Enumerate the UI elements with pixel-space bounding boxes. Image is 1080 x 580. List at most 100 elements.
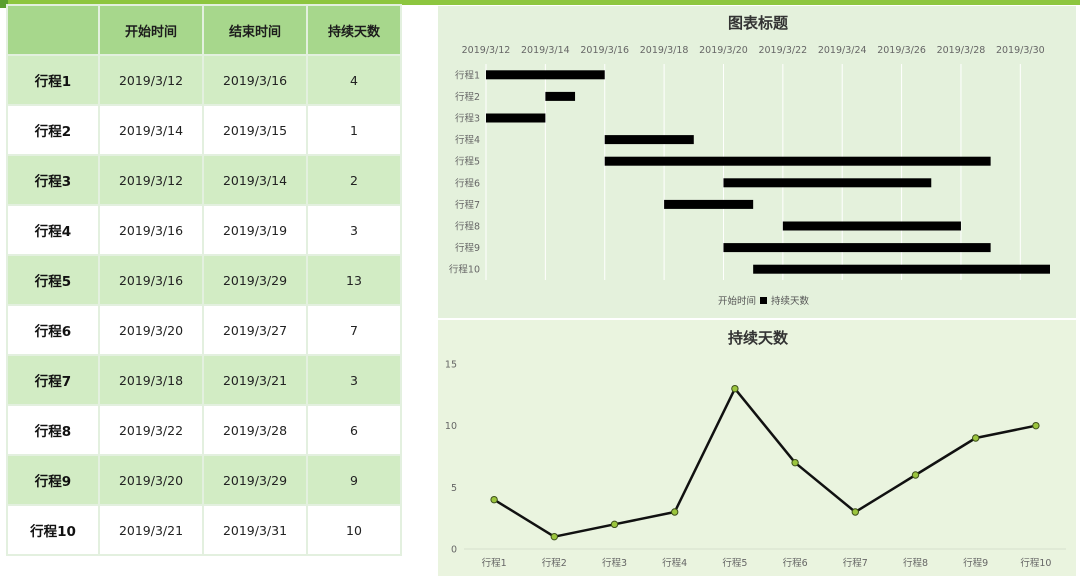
table-cell[interactable]: 3 bbox=[306, 204, 402, 256]
gantt-bar bbox=[782, 221, 961, 231]
table-row: 行程2 2019/3/14 2019/3/15 1 bbox=[6, 104, 402, 156]
x-tick-label: 行程8 bbox=[903, 557, 928, 569]
table-cell[interactable]: 10 bbox=[306, 504, 402, 556]
table-cell[interactable]: 2019/3/27 bbox=[202, 304, 308, 356]
header-cell[interactable] bbox=[6, 4, 100, 56]
row-name-cell[interactable]: 行程8 bbox=[6, 404, 100, 456]
y-tick-label: 行程2 bbox=[455, 91, 480, 103]
y-tick-label: 行程6 bbox=[455, 177, 480, 189]
row-name-cell[interactable]: 行程2 bbox=[6, 104, 100, 156]
y-tick-label: 10 bbox=[445, 421, 457, 432]
table-cell[interactable]: 2019/3/14 bbox=[98, 104, 204, 156]
gantt-chart: 图表标题 2019/3/12 2019/3/14 2019/3/16 2019/3/18… bbox=[449, 14, 1050, 307]
table-cell[interactable]: 2019/3/29 bbox=[202, 454, 308, 506]
x-tick-label: 2019/3/22 bbox=[758, 45, 807, 56]
data-point bbox=[490, 495, 498, 504]
gantt-bar bbox=[753, 264, 1050, 274]
table-cell[interactable]: 13 bbox=[306, 254, 402, 306]
table-cell[interactable]: 2019/3/21 bbox=[98, 504, 204, 556]
x-tick-label: 2019/3/28 bbox=[937, 45, 986, 56]
x-tick-label: 2019/3/16 bbox=[580, 45, 629, 56]
row-name-cell[interactable]: 行程7 bbox=[6, 354, 100, 406]
row-name-cell[interactable]: 行程1 bbox=[6, 54, 100, 106]
x-tick-label: 2019/3/24 bbox=[818, 45, 867, 56]
table-cell[interactable]: 2019/3/31 bbox=[202, 504, 308, 556]
table-cell[interactable]: 7 bbox=[306, 304, 402, 356]
table-cell[interactable]: 2019/3/16 bbox=[202, 54, 308, 106]
x-tick-label: 行程9 bbox=[963, 557, 988, 569]
table-cell[interactable]: 2019/3/22 bbox=[98, 404, 204, 456]
table-cell[interactable]: 2019/3/18 bbox=[98, 354, 204, 406]
y-tick-label: 0 bbox=[451, 545, 457, 556]
table-header-row: 开始时间 结束时间 持续天数 bbox=[6, 4, 402, 56]
x-tick-label: 行程4 bbox=[662, 557, 687, 569]
table-cell[interactable]: 6 bbox=[306, 404, 402, 456]
header-cell[interactable]: 开始时间 bbox=[98, 4, 204, 56]
table-row: 行程3 2019/3/12 2019/3/14 2 bbox=[6, 154, 402, 206]
gantt-bar bbox=[664, 199, 754, 209]
gantt-chart-panel[interactable]: 图表标题 2019/3/12 2019/3/14 2019/3/16 2019/3/18… bbox=[438, 6, 1076, 318]
table-cell[interactable]: 3 bbox=[306, 354, 402, 406]
table-cell[interactable]: 1 bbox=[306, 104, 402, 156]
table-cell[interactable]: 2019/3/12 bbox=[98, 54, 204, 106]
table-row: 行程10 2019/3/21 2019/3/31 10 bbox=[6, 504, 402, 556]
table-cell[interactable]: 2019/3/16 bbox=[98, 204, 204, 256]
table-row: 行程5 2019/3/16 2019/3/29 13 bbox=[6, 254, 402, 306]
header-cell[interactable]: 持续天数 bbox=[306, 4, 402, 56]
data-point bbox=[791, 458, 799, 467]
row-name-cell[interactable]: 行程4 bbox=[6, 204, 100, 256]
row-name-cell[interactable]: 行程5 bbox=[6, 254, 100, 306]
y-tick-label: 行程9 bbox=[455, 242, 480, 254]
y-tick-label: 行程7 bbox=[455, 199, 480, 211]
gantt-bar bbox=[486, 113, 546, 123]
x-tick-label: 行程1 bbox=[482, 557, 507, 569]
table-cell[interactable]: 2 bbox=[306, 154, 402, 206]
data-point bbox=[550, 532, 559, 541]
table-row: 行程8 2019/3/22 2019/3/28 6 bbox=[6, 404, 402, 456]
table-cell[interactable]: 2019/3/19 bbox=[202, 204, 308, 256]
table-cell[interactable]: 2019/3/20 bbox=[98, 454, 204, 506]
y-tick-label: 5 bbox=[451, 483, 457, 494]
row-name-cell[interactable]: 行程6 bbox=[6, 304, 100, 356]
table-row: 行程1 2019/3/12 2019/3/16 4 bbox=[6, 54, 402, 106]
data-point bbox=[610, 520, 619, 529]
table-cell[interactable]: 2019/3/21 bbox=[202, 354, 308, 406]
table-cell[interactable]: 2019/3/12 bbox=[98, 154, 204, 206]
x-tick-label: 2019/3/14 bbox=[521, 45, 570, 56]
line-chart-panel[interactable]: 持续天数 0 5 10 15 行程1 行程2 行程3 行程4 行程5 行程6 行程7 行程8 行程9 行程1… bbox=[438, 320, 1076, 576]
row-name-cell[interactable]: 行程3 bbox=[6, 154, 100, 206]
header-cell[interactable]: 结束时间 bbox=[202, 4, 308, 56]
series-line bbox=[493, 387, 1037, 538]
table-cell[interactable]: 4 bbox=[306, 54, 402, 106]
line-chart: 持续天数 0 5 10 15 行程1 行程2 行程3 行程4 行程5 行程6 行程7 行程8 行程9 行程1… bbox=[445, 329, 1066, 569]
legend-swatch bbox=[760, 297, 767, 304]
table-row: 行程6 2019/3/20 2019/3/27 7 bbox=[6, 304, 402, 356]
x-tick-label: 行程7 bbox=[843, 557, 868, 569]
x-tick-label: 2019/3/12 bbox=[462, 45, 511, 56]
table-cell[interactable]: 2019/3/29 bbox=[202, 254, 308, 306]
gantt-bar bbox=[545, 91, 576, 101]
row-name-cell[interactable]: 行程10 bbox=[6, 504, 100, 556]
data-point bbox=[911, 471, 920, 479]
chart-title: 持续天数 bbox=[728, 329, 789, 347]
table-cell[interactable]: 9 bbox=[306, 454, 402, 506]
row-name-cell[interactable]: 行程9 bbox=[6, 454, 100, 506]
table-row: 行程7 2019/3/18 2019/3/21 3 bbox=[6, 354, 402, 406]
data-point bbox=[1032, 421, 1040, 430]
table-cell[interactable]: 2019/3/16 bbox=[98, 254, 204, 306]
gantt-bar bbox=[604, 135, 694, 145]
x-tick-label: 2019/3/20 bbox=[699, 45, 748, 56]
table-cell[interactable]: 2019/3/15 bbox=[202, 104, 308, 156]
table-cell[interactable]: 2019/3/20 bbox=[98, 304, 204, 356]
gantt-bar bbox=[604, 156, 991, 166]
table-row: 行程9 2019/3/20 2019/3/29 9 bbox=[6, 454, 402, 506]
x-tick-label: 2019/3/26 bbox=[877, 45, 926, 56]
x-tick-label: 行程2 bbox=[542, 557, 567, 569]
table-body: 行程1 2019/3/12 2019/3/16 4 行程2 2019/3/14 2019/3… bbox=[6, 54, 402, 556]
x-tick-label: 行程10 bbox=[1020, 557, 1051, 569]
y-tick-label: 15 bbox=[445, 360, 457, 371]
x-tick-label: 行程3 bbox=[602, 557, 627, 569]
gantt-bar bbox=[486, 70, 605, 80]
table-cell[interactable]: 2019/3/28 bbox=[202, 404, 308, 456]
table-cell[interactable]: 2019/3/14 bbox=[202, 154, 308, 206]
